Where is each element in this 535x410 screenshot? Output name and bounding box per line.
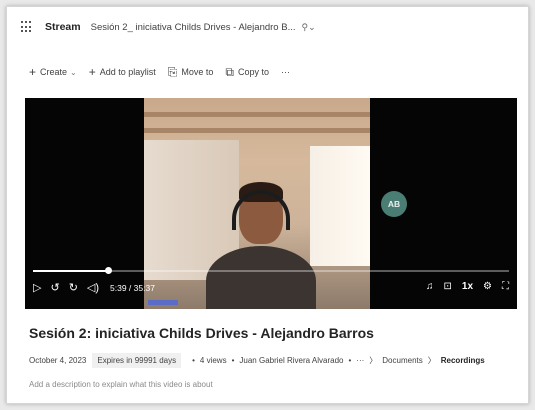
view-count: 4 views	[199, 356, 227, 365]
rewind-10-icon[interactable]: ↺	[50, 281, 59, 294]
add-to-playlist-button[interactable]: + Add to playlist	[89, 65, 156, 79]
copy-icon: ⧉	[225, 64, 234, 79]
forward-10-icon[interactable]: ↻	[69, 281, 78, 294]
seek-bar[interactable]	[33, 267, 509, 274]
breadcrumb-more[interactable]: ···	[356, 356, 364, 365]
timecode: 5:39 / 35:37	[110, 282, 155, 293]
player-controls-left: ▷ ↺ ↻ ◁) 5:39 / 35:37	[33, 281, 155, 294]
volume-icon[interactable]: ◁)	[87, 281, 99, 294]
chevron-right-icon: 〉	[369, 356, 378, 365]
create-button[interactable]: + Create ⌄	[29, 65, 77, 79]
move-to-label: Move to	[181, 67, 214, 77]
video-date: October 4, 2023	[29, 356, 87, 365]
command-bar: + Create ⌄ + Add to playlist ⎘ Move to ⧉…	[7, 59, 528, 85]
dot-separator: •	[231, 356, 235, 365]
add-to-playlist-label: Add to playlist	[99, 67, 156, 77]
owner-name[interactable]: Juan Gabriel Rivera Alvarado	[239, 356, 343, 365]
play-icon[interactable]: ▷	[33, 281, 41, 294]
breadcrumb-documents[interactable]: Documents	[382, 356, 422, 365]
playback-speed-button[interactable]: 1x	[462, 281, 473, 292]
description-field[interactable]: Add a description to explain what this v…	[29, 380, 213, 389]
video-metadata: October 4, 2023 Expires in 99991 days • …	[29, 353, 485, 368]
more-commands-button[interactable]: ···	[281, 67, 290, 77]
seek-bar-thumb[interactable]	[105, 267, 113, 274]
breadcrumb-recordings[interactable]: Recordings	[441, 356, 485, 365]
create-label: Create	[40, 67, 68, 77]
app-launcher-icon[interactable]	[21, 21, 33, 33]
video-frame	[144, 98, 370, 309]
settings-gear-icon[interactable]: ⚙	[483, 281, 492, 292]
move-icon: ⎘	[167, 64, 178, 79]
captions-settings-icon[interactable]: ♫	[426, 281, 434, 292]
fullscreen-icon[interactable]: ⛶	[502, 281, 509, 292]
document-title[interactable]: Sesión 2_ iniciativa Childs Drives - Ale…	[91, 22, 296, 33]
dot-separator: •	[192, 356, 195, 365]
player-controls-right: ♫ ⊡ 1x ⚙ ⛶	[416, 281, 509, 292]
stream-window: Stream Sesión 2_ iniciativa Childs Drive…	[6, 6, 529, 404]
app-name[interactable]: Stream	[45, 21, 81, 33]
app-bar: Stream Sesión 2_ iniciativa Childs Drive…	[7, 7, 528, 47]
plus-icon: +	[29, 65, 37, 79]
captions-icon[interactable]: ⊡	[444, 281, 452, 292]
chevron-down-icon: ⌄	[70, 67, 77, 77]
video-player[interactable]: AB ▷ ↺ ↻ ◁) 5:39 / 35:37 ♫ ⊡ 1x ⚙ ⛶	[25, 98, 517, 309]
participant-avatar: AB	[381, 191, 407, 217]
seek-bar-fill	[33, 270, 109, 272]
copy-to-button[interactable]: ⧉ Copy to	[225, 65, 269, 80]
copy-to-label: Copy to	[237, 67, 270, 77]
pin-icon[interactable]: ⚲⌄	[301, 22, 315, 33]
video-title: Sesión 2: iniciativa Childs Drives - Ale…	[29, 325, 374, 341]
dot-separator: •	[348, 356, 352, 365]
plus-icon: +	[88, 65, 96, 79]
expiration-badge[interactable]: Expires in 99991 days	[92, 353, 182, 368]
chevron-right-icon: 〉	[427, 356, 436, 365]
move-to-button[interactable]: ⎘ Move to	[168, 65, 214, 80]
